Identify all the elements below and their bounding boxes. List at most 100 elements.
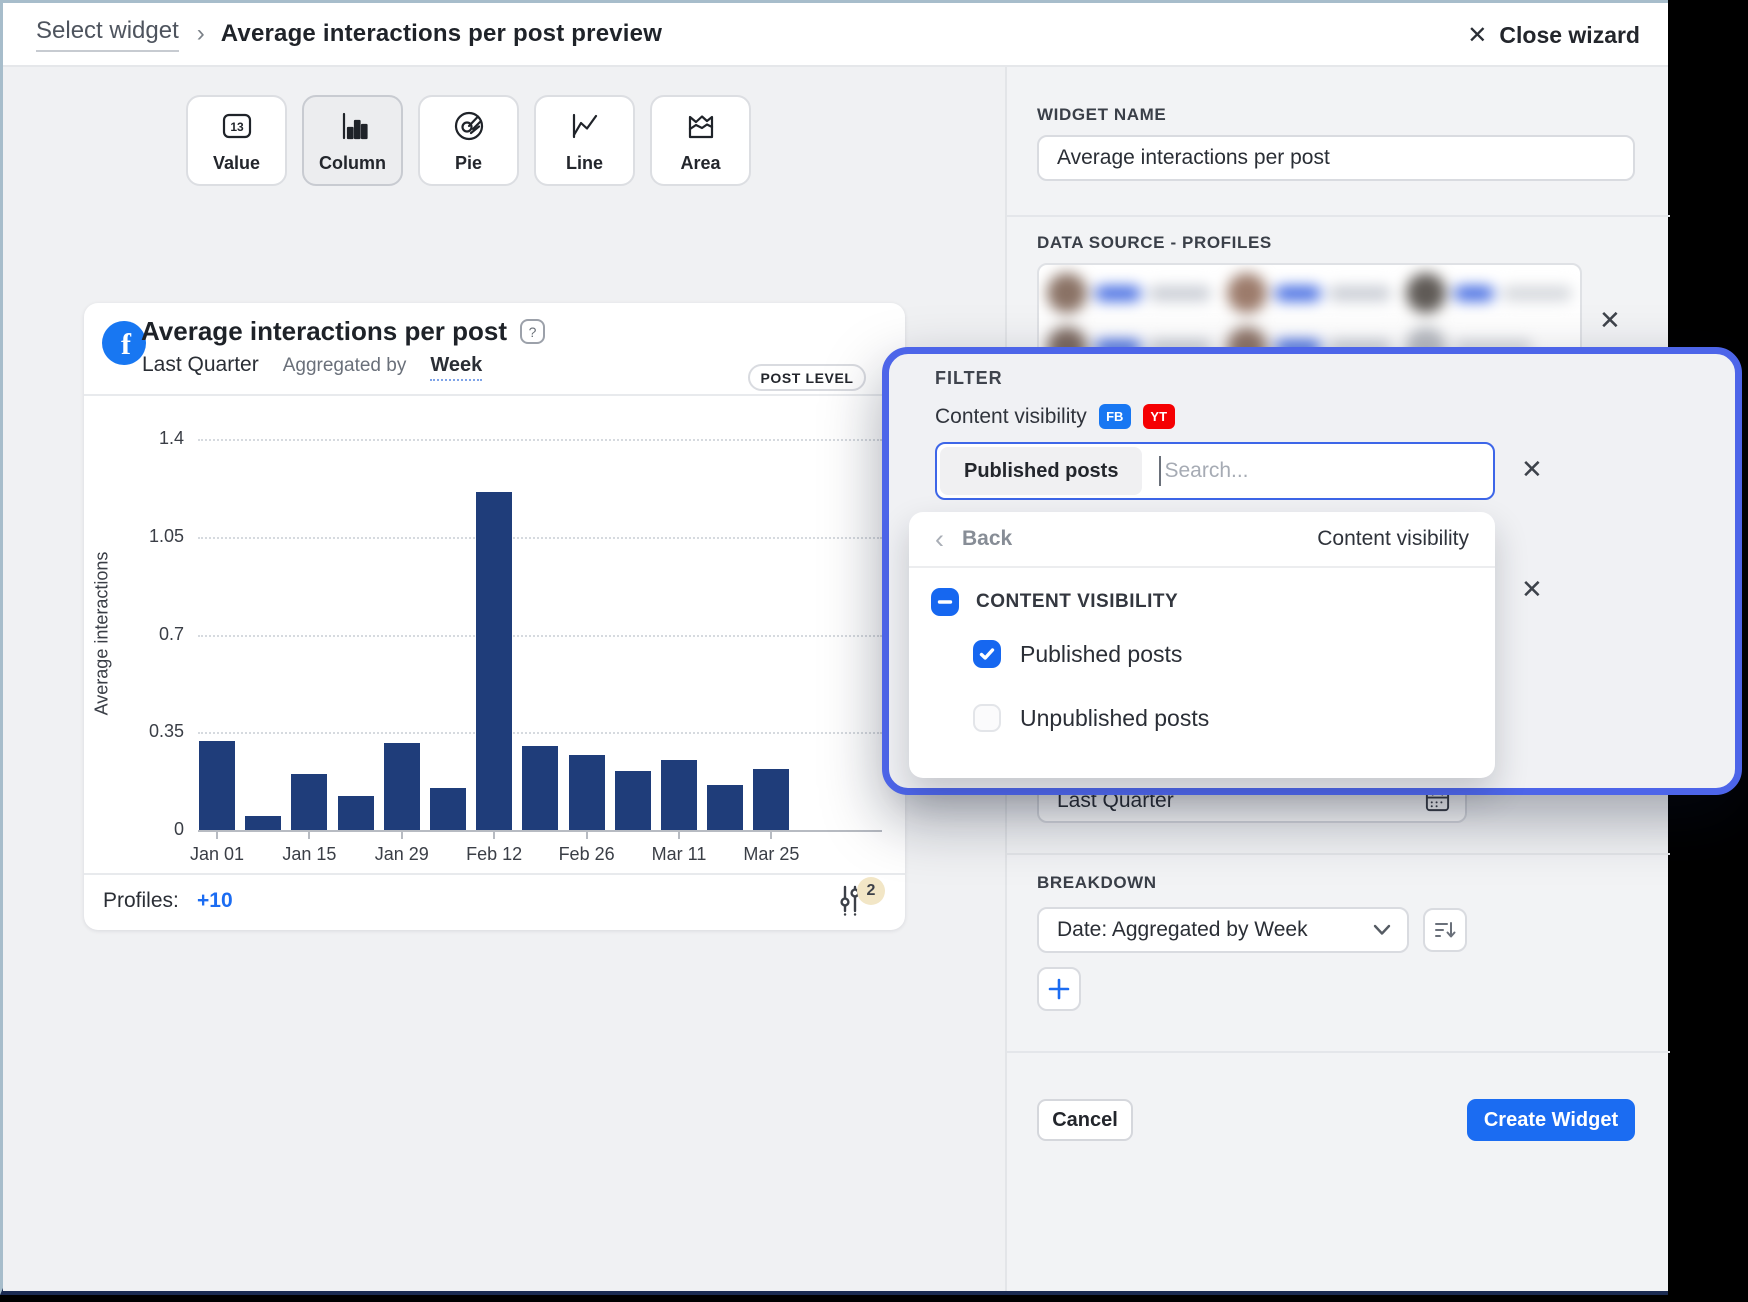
x-axis-tickmark: [586, 830, 588, 839]
clear-filter-icon[interactable]: ✕: [1521, 456, 1543, 482]
profiles-more-link[interactable]: +10: [197, 889, 233, 913]
widget-type-selector: 13 Value Column: [186, 95, 751, 186]
filters-count-badge: 2: [857, 877, 885, 905]
area-chart-icon: [683, 108, 719, 144]
widget-type-label: Value: [213, 153, 260, 174]
x-axis-tickmark: [216, 830, 218, 839]
x-axis-tick-label: Mar 25: [726, 844, 816, 865]
option-published-posts[interactable]: Published posts: [973, 640, 1182, 668]
widget-type-column[interactable]: Column: [302, 95, 403, 186]
bar: [569, 755, 605, 830]
chart-area: Average interactions 00.350.71.051.4Jan …: [84, 303, 905, 930]
bar: [384, 743, 420, 830]
section-divider: [1007, 853, 1670, 855]
widget-name-input[interactable]: Average interactions per post: [1037, 135, 1635, 181]
chart-filters-button[interactable]: 2: [837, 881, 885, 925]
remove-filter-icon[interactable]: ✕: [1521, 576, 1543, 602]
bar: [430, 788, 466, 830]
page-title: Average interactions per post preview: [221, 20, 662, 48]
y-axis-tick-label: 1.4: [96, 428, 184, 449]
widget-type-label: Column: [319, 153, 386, 174]
back-button[interactable]: Back: [962, 527, 1012, 551]
panel-title: Content visibility: [1317, 527, 1469, 551]
bar: [753, 769, 789, 830]
create-widget-button[interactable]: Create Widget: [1467, 1099, 1635, 1141]
sort-descending-icon: [1432, 917, 1458, 943]
bar: [245, 816, 281, 830]
x-axis-line: [198, 830, 882, 832]
x-axis-tickmark: [678, 830, 680, 839]
widget-type-pie[interactable]: Pie: [418, 95, 519, 186]
breakdown-select[interactable]: Date: Aggregated by Week: [1037, 907, 1409, 953]
section-divider: [1007, 215, 1670, 217]
breadcrumb-chevron-icon: ›: [197, 20, 205, 48]
close-wizard-button[interactable]: ✕ Close wizard: [1467, 3, 1640, 67]
svg-text:13: 13: [230, 120, 244, 134]
bar: [199, 741, 235, 830]
y-axis-tick-label: 0: [96, 819, 184, 840]
filter-search-input[interactable]: Published posts Search...: [935, 442, 1495, 500]
unchecked-checkbox[interactable]: [973, 704, 1001, 732]
widget-type-value[interactable]: 13 Value: [186, 95, 287, 186]
widget-name-label: WIDGET NAME: [1037, 105, 1166, 125]
widget-type-area[interactable]: Area: [650, 95, 751, 186]
data-source-label: DATA SOURCE - PROFILES: [1037, 233, 1272, 253]
add-breakdown-button[interactable]: [1037, 967, 1081, 1011]
profiles-label: Profiles:: [103, 889, 179, 913]
value-icon: 13: [219, 108, 255, 144]
plus-icon: [1047, 977, 1071, 1001]
gridline: [198, 732, 882, 734]
wizard-header: Select widget › Average interactions per…: [3, 3, 1668, 67]
x-axis-tick-label: Jan 15: [264, 844, 354, 865]
panel-divider: [909, 566, 1495, 568]
back-chevron-icon: ‹: [935, 524, 944, 555]
breadcrumb-select-widget[interactable]: Select widget: [36, 17, 179, 52]
x-axis-tick-label: Feb 12: [449, 844, 539, 865]
post-level-badge: POST LEVEL: [748, 364, 866, 391]
option-unpublished-posts[interactable]: Unpublished posts: [973, 704, 1209, 732]
close-icon: ✕: [1467, 21, 1487, 50]
breakdown-value: Date: Aggregated by Week: [1057, 918, 1308, 942]
cancel-button[interactable]: Cancel: [1037, 1099, 1133, 1141]
preview-column: 13 Value Column: [3, 67, 1005, 1291]
bar: [338, 796, 374, 830]
bar: [707, 785, 743, 830]
screenshot-stage: Select widget › Average interactions per…: [0, 0, 1748, 1302]
remove-data-source-icon[interactable]: ✕: [1599, 307, 1621, 333]
content-visibility-group[interactable]: CONTENT VISIBILITY: [931, 588, 1178, 616]
search-placeholder: Search...: [1164, 459, 1248, 483]
close-wizard-label: Close wizard: [1499, 22, 1640, 49]
x-axis-tickmark: [401, 830, 403, 839]
breakdown-label: BREAKDOWN: [1037, 873, 1157, 893]
gridline: [198, 439, 882, 441]
bar: [615, 771, 651, 830]
checked-checkbox[interactable]: [973, 640, 1001, 668]
chart-preview-card: f Average interactions per post ? Last Q…: [84, 303, 905, 930]
widget-name-value: Average interactions per post: [1057, 146, 1330, 170]
widget-type-label: Line: [566, 153, 603, 174]
gridline: [198, 537, 882, 539]
widget-type-label: Area: [680, 153, 720, 174]
x-axis-tickmark: [770, 830, 772, 839]
line-chart-icon: [567, 108, 603, 144]
x-axis-tick-label: Feb 26: [542, 844, 632, 865]
selected-filter-chip[interactable]: Published posts: [940, 447, 1142, 495]
group-label: CONTENT VISIBILITY: [976, 591, 1178, 613]
x-axis-tick-label: Jan 29: [357, 844, 447, 865]
facebook-network-badge: FB: [1099, 404, 1131, 429]
indeterminate-checkbox[interactable]: [931, 588, 959, 616]
widget-type-label: Pie: [455, 153, 482, 174]
y-axis-tick-label: 1.05: [96, 526, 184, 547]
card-footer: Profiles: +10 2: [84, 875, 905, 930]
bar: [476, 492, 512, 830]
breakdown-sort-button[interactable]: [1423, 908, 1467, 952]
widget-type-line[interactable]: Line: [534, 95, 635, 186]
option-label: Published posts: [1020, 641, 1182, 668]
column-chart-icon: [335, 108, 371, 144]
bar: [522, 746, 558, 830]
filter-popup-title: FILTER: [935, 368, 1003, 389]
pie-chart-icon: [451, 108, 487, 144]
panel-header: ‹ Back Content visibility: [909, 512, 1495, 566]
bar: [661, 760, 697, 830]
gridline: [198, 635, 882, 637]
